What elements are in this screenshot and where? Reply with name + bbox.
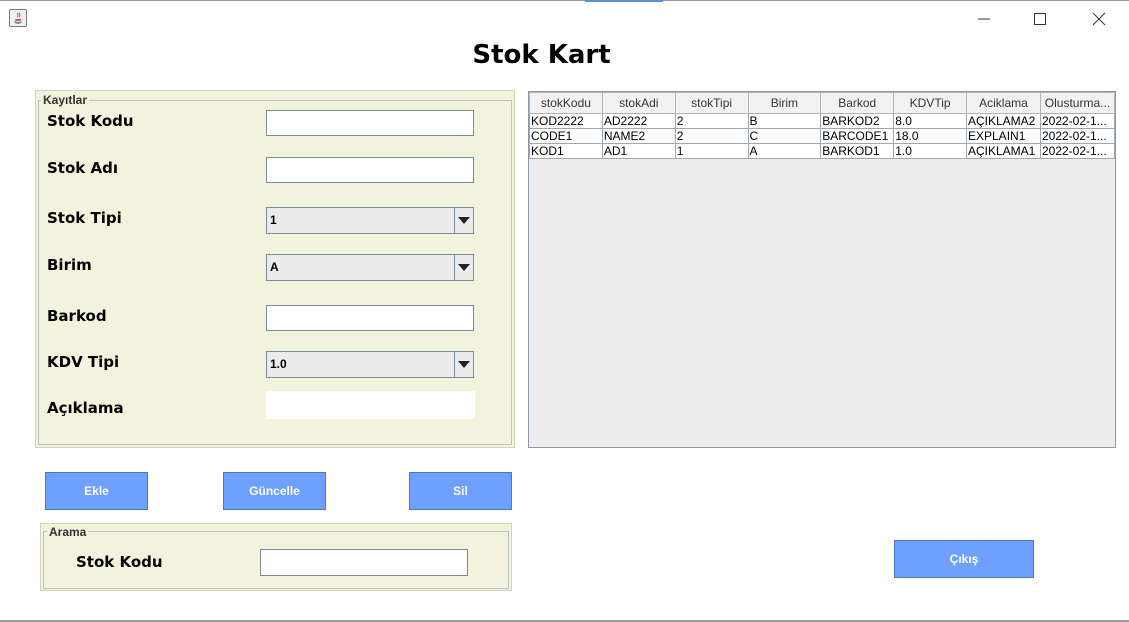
table-cell[interactable]: 1.0 bbox=[893, 143, 967, 159]
table-cell[interactable]: 2 bbox=[674, 128, 749, 144]
table-cell[interactable]: AÇIKLAMA1 bbox=[966, 143, 1041, 159]
stok-tipi-label: Stok Tipi bbox=[47, 209, 122, 227]
aciklama-label: Açıklama bbox=[47, 399, 124, 417]
table-cell[interactable]: KOD2222 bbox=[529, 113, 603, 129]
stock-table[interactable]: stokKodu stokAdi stokTipi Birim Barkod K… bbox=[528, 91, 1116, 448]
barkod-label: Barkod bbox=[47, 307, 107, 325]
add-button[interactable]: Ekle bbox=[45, 472, 148, 510]
table-cell[interactable]: 2022-02-1... bbox=[1039, 128, 1115, 144]
column-header[interactable]: stokTipi bbox=[674, 92, 749, 114]
stok-tipi-select[interactable]: 1 bbox=[266, 207, 474, 234]
table-row[interactable]: CODE1 NAME2 2 C BARCODE1 18.0 EXPLAIN1 2… bbox=[529, 128, 1115, 144]
table-cell[interactable]: 2022-02-1... bbox=[1039, 143, 1115, 159]
table-cell[interactable]: 2 bbox=[674, 113, 749, 129]
birim-label: Birim bbox=[47, 256, 92, 274]
close-icon[interactable] bbox=[1087, 8, 1111, 30]
table-row[interactable]: KOD1 AD1 1 A BARKOD1 1.0 AÇIKLAMA1 2022-… bbox=[529, 143, 1115, 159]
kdv-tipi-select[interactable]: 1.0 bbox=[266, 351, 474, 378]
chevron-down-icon[interactable] bbox=[454, 255, 473, 280]
stok-tipi-selected-value: 1 bbox=[270, 213, 277, 227]
kdv-tipi-label: KDV Tipi bbox=[47, 353, 120, 371]
column-header[interactable]: Birim bbox=[747, 92, 822, 114]
table-header-row: stokKodu stokAdi stokTipi Birim Barkod K… bbox=[529, 92, 1115, 114]
table-cell[interactable]: BARCODE1 bbox=[820, 128, 895, 144]
table-row[interactable]: KOD2222 AD2222 2 B BARKOD2 8.0 AÇIKLAMA2… bbox=[529, 113, 1115, 129]
stok-adi-label: Stok Adı bbox=[47, 159, 118, 177]
table-cell[interactable]: 18.0 bbox=[893, 128, 967, 144]
search-stok-kodu-label: Stok Kodu bbox=[76, 553, 163, 571]
column-header[interactable]: stokKodu bbox=[529, 92, 603, 114]
table-cell[interactable]: BARKOD1 bbox=[820, 143, 895, 159]
stok-kodu-input[interactable] bbox=[266, 110, 474, 136]
exit-button[interactable]: Çıkış bbox=[894, 540, 1034, 578]
records-panel-legend: Kayıtlar bbox=[41, 93, 90, 107]
kdv-tipi-selected-value: 1.0 bbox=[270, 357, 287, 371]
search-input[interactable] bbox=[260, 549, 468, 576]
column-header[interactable]: Aciklama bbox=[966, 92, 1041, 114]
window-top-border bbox=[0, 0, 1129, 1]
column-header[interactable]: stokAdi bbox=[601, 92, 676, 114]
barkod-input[interactable] bbox=[266, 305, 474, 331]
table-cell[interactable]: C bbox=[747, 128, 822, 144]
records-panel: Kayıtlar Stok Kodu Stok Adı Stok Tipi 1 … bbox=[35, 90, 515, 448]
table-cell[interactable]: B bbox=[747, 113, 822, 129]
birim-selected-value: A bbox=[270, 260, 279, 274]
table-cell[interactable]: A bbox=[747, 143, 822, 159]
table-cell[interactable]: KOD1 bbox=[529, 143, 603, 159]
stock-table-grid: stokKodu stokAdi stokTipi Birim Barkod K… bbox=[529, 92, 1115, 159]
table-cell[interactable]: AÇIKLAMA2 bbox=[966, 113, 1041, 129]
table-cell[interactable]: EXPLAIN1 bbox=[966, 128, 1041, 144]
table-cell[interactable]: AD1 bbox=[601, 143, 676, 159]
java-app-icon bbox=[9, 9, 27, 27]
column-header[interactable]: KDVTip bbox=[893, 92, 967, 114]
search-panel-legend: Arama bbox=[47, 525, 89, 539]
table-cell[interactable]: BARKOD2 bbox=[820, 113, 895, 129]
column-header[interactable]: Olusturma... bbox=[1039, 92, 1115, 114]
table-cell[interactable]: 8.0 bbox=[893, 113, 967, 129]
update-button[interactable]: Güncelle bbox=[223, 472, 326, 510]
minimize-icon[interactable] bbox=[972, 8, 996, 30]
table-cell[interactable]: 2022-02-1... bbox=[1039, 113, 1115, 129]
search-panel: Arama Stok Kodu bbox=[40, 523, 512, 591]
title-bar-accent bbox=[585, 0, 663, 2]
stok-adi-input[interactable] bbox=[266, 157, 474, 183]
table-cell[interactable]: 1 bbox=[674, 143, 749, 159]
table-cell[interactable]: CODE1 bbox=[529, 128, 603, 144]
maximize-icon[interactable] bbox=[1028, 8, 1052, 30]
table-cell[interactable]: NAME2 bbox=[601, 128, 676, 144]
aciklama-input[interactable] bbox=[266, 391, 475, 419]
chevron-down-icon[interactable] bbox=[454, 352, 473, 377]
delete-button[interactable]: Sil bbox=[409, 472, 512, 510]
stok-kodu-label: Stok Kodu bbox=[47, 112, 134, 130]
table-cell[interactable]: AD2222 bbox=[601, 113, 676, 129]
column-header[interactable]: Barkod bbox=[820, 92, 895, 114]
page-title: Stok Kart bbox=[472, 40, 611, 70]
chevron-down-icon[interactable] bbox=[454, 208, 473, 233]
birim-select[interactable]: A bbox=[266, 254, 474, 281]
